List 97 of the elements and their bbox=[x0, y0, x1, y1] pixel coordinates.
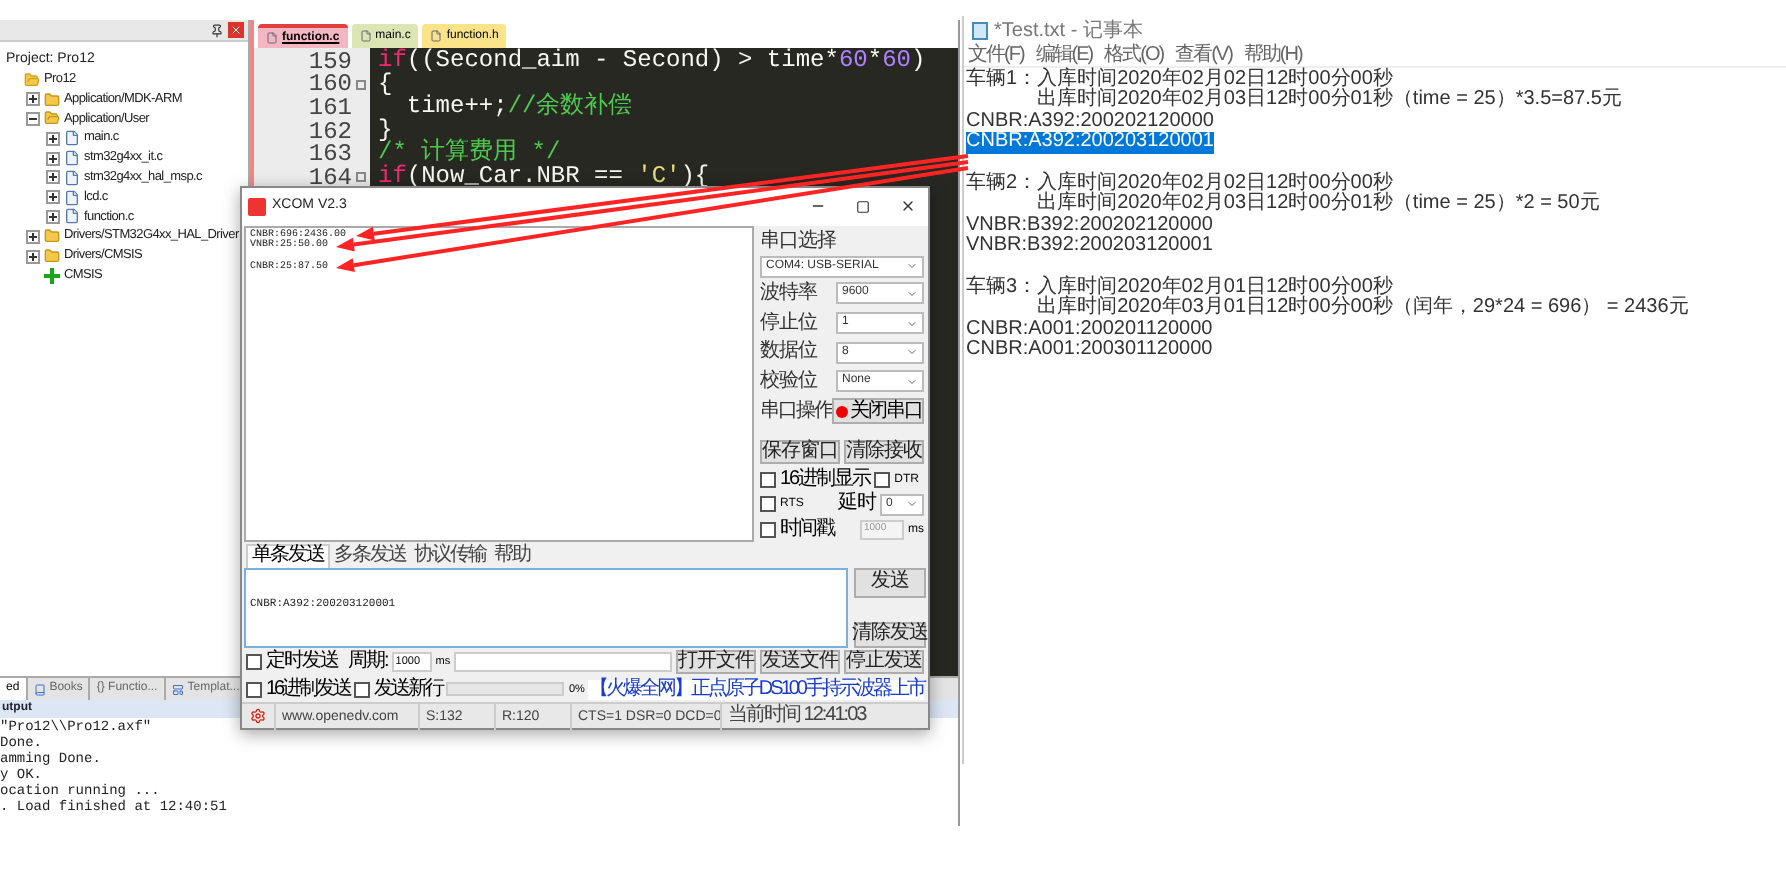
checkbox[interactable] bbox=[874, 471, 891, 488]
expand-icon[interactable] bbox=[46, 170, 60, 185]
caret-icon bbox=[906, 317, 918, 330]
field-label: 周期: bbox=[348, 652, 388, 673]
selected-text: CNBR:A392:200203120001 bbox=[966, 132, 1214, 154]
ad-link[interactable]: 【火爆全网】正点原子DS100手持示波器上市 bbox=[588, 679, 924, 700]
folder-icon bbox=[44, 248, 60, 265]
code-line: } bbox=[378, 119, 393, 143]
text-line: 车辆3： bbox=[966, 278, 1038, 303]
send-tab[interactable]: 帮助 bbox=[490, 543, 534, 568]
port-toggle-button[interactable]: 关闭串口 bbox=[832, 398, 924, 425]
file-button[interactable]: 打开文件 bbox=[676, 650, 756, 675]
send-button[interactable]: 发送 bbox=[854, 567, 926, 598]
file-button[interactable]: 发送文件 bbox=[760, 650, 840, 675]
checkbox[interactable] bbox=[760, 496, 776, 513]
caret-icon bbox=[906, 260, 918, 273]
field-label: 串口选择 bbox=[760, 229, 838, 252]
line-number: 161 bbox=[308, 95, 352, 120]
checkbox-label: 发送新行 bbox=[374, 679, 443, 700]
panel-button[interactable]: 清除接收 bbox=[844, 440, 924, 465]
gear-icon[interactable] bbox=[250, 708, 266, 724]
pin-icon[interactable] bbox=[210, 23, 224, 37]
file-icon bbox=[64, 130, 80, 147]
file-icon bbox=[266, 32, 278, 44]
field-label: 波特率 bbox=[760, 283, 817, 304]
line-number: 163 bbox=[308, 142, 352, 167]
file-icon bbox=[430, 30, 443, 42]
window-title: *Test.txt - 记事本 bbox=[994, 17, 1143, 43]
notepad-icon bbox=[972, 21, 988, 39]
text-line: CNBR:A001:200201120000 bbox=[966, 319, 1213, 340]
field-label: 延时 bbox=[838, 494, 876, 515]
caret-icon bbox=[906, 287, 918, 300]
text-line: CNBR:A392:200202120000 bbox=[966, 111, 1214, 132]
checkbox[interactable] bbox=[760, 471, 776, 488]
collapse-icon[interactable] bbox=[26, 111, 40, 126]
expand-icon[interactable] bbox=[46, 190, 60, 205]
close-button[interactable] bbox=[228, 22, 244, 38]
caret-icon bbox=[906, 375, 918, 388]
code-line: { bbox=[378, 73, 395, 97]
expand-icon[interactable] bbox=[26, 92, 40, 107]
expand-icon[interactable] bbox=[46, 209, 60, 224]
field-label: 校验位 bbox=[760, 371, 817, 392]
fold-icon[interactable] bbox=[356, 172, 366, 183]
checkbox[interactable] bbox=[246, 681, 262, 698]
close-icon[interactable] bbox=[900, 198, 916, 215]
status-item: 当前时间 12:41:03 bbox=[720, 703, 928, 729]
text-line: 入库时间2020年02月02日12时00分00秒 bbox=[1037, 70, 1395, 90]
app-icon bbox=[248, 197, 266, 216]
text-line: 车辆1： bbox=[966, 70, 1038, 94]
expand-icon[interactable] bbox=[46, 151, 60, 166]
expand-icon[interactable] bbox=[46, 131, 60, 146]
line-number: 162 bbox=[308, 119, 352, 144]
text-line: CNBR:A001:200301120000 bbox=[966, 340, 1213, 362]
send-tab[interactable]: 多条发送 bbox=[330, 543, 410, 568]
text-line: 出库时间2020年02月03日12时00分01秒（time = 25）*2 = 50元 bbox=[1037, 194, 1600, 216]
menu-item[interactable]: 帮助(H) bbox=[1243, 45, 1302, 65]
checkbox-label: 16进制发送 bbox=[266, 679, 351, 700]
send-tab[interactable]: 协议传输 bbox=[410, 543, 490, 568]
text-line: VNBR:B392:200203120001 bbox=[966, 236, 1213, 258]
field-label: 数据位 bbox=[760, 342, 817, 363]
checkbox-label: 定时发送 bbox=[266, 652, 338, 673]
folder-icon bbox=[24, 71, 40, 88]
checkbox[interactable] bbox=[354, 681, 371, 698]
checkbox-label: 16进制显示 bbox=[780, 469, 871, 490]
text-line: 出库时间2020年03月01日12时00分00秒（闰年，29*24 = 696） = 2436元 bbox=[1037, 298, 1689, 320]
checkbox-label: 时间戳 bbox=[780, 520, 834, 541]
menu-item[interactable]: 查看(V) bbox=[1175, 45, 1232, 65]
field-label: 停止位 bbox=[760, 313, 817, 334]
code-line: /* 计算费用 */ bbox=[378, 142, 561, 166]
menu-item[interactable]: 编辑(E) bbox=[1035, 45, 1093, 65]
checkbox[interactable] bbox=[246, 654, 262, 671]
folder-icon bbox=[44, 228, 60, 245]
maximize-icon[interactable] bbox=[856, 199, 870, 214]
menu-item[interactable]: 格式(O) bbox=[1104, 45, 1164, 65]
book-icon bbox=[33, 683, 46, 695]
panel-button[interactable]: 保存窗口 bbox=[760, 440, 840, 465]
menu-item[interactable]: 文件(F) bbox=[968, 45, 1024, 65]
line-number: 159 bbox=[308, 49, 352, 74]
file-icon bbox=[359, 30, 372, 42]
text-line: 车辆2： bbox=[966, 174, 1038, 199]
text-line: VNBR:B392:200202120000 bbox=[966, 215, 1213, 236]
clear-send-button[interactable]: 清除发送 bbox=[854, 621, 926, 648]
text-line: 出库时间2020年02月03日12时00分01秒（time = 25）*3.5=87.5元 bbox=[1037, 90, 1622, 112]
code-line: time++;//余数补偿 bbox=[404, 96, 635, 120]
file-path-field[interactable] bbox=[454, 652, 672, 673]
file-button[interactable]: 停止发送 bbox=[844, 650, 924, 675]
template-icon bbox=[171, 683, 184, 695]
caret-icon bbox=[906, 498, 918, 511]
expand-icon[interactable] bbox=[26, 229, 40, 244]
code-line: if((Second_aim - Second) > time*60*60) bbox=[378, 50, 928, 74]
expand-icon[interactable] bbox=[26, 249, 40, 264]
line-number: 160 bbox=[308, 72, 352, 97]
fold-icon[interactable] bbox=[356, 79, 366, 90]
caret-icon bbox=[906, 346, 918, 359]
send-tab[interactable]: 单条发送 bbox=[246, 543, 330, 568]
field-label: 串口操作 bbox=[760, 401, 832, 422]
line-number: 164 bbox=[308, 165, 352, 190]
